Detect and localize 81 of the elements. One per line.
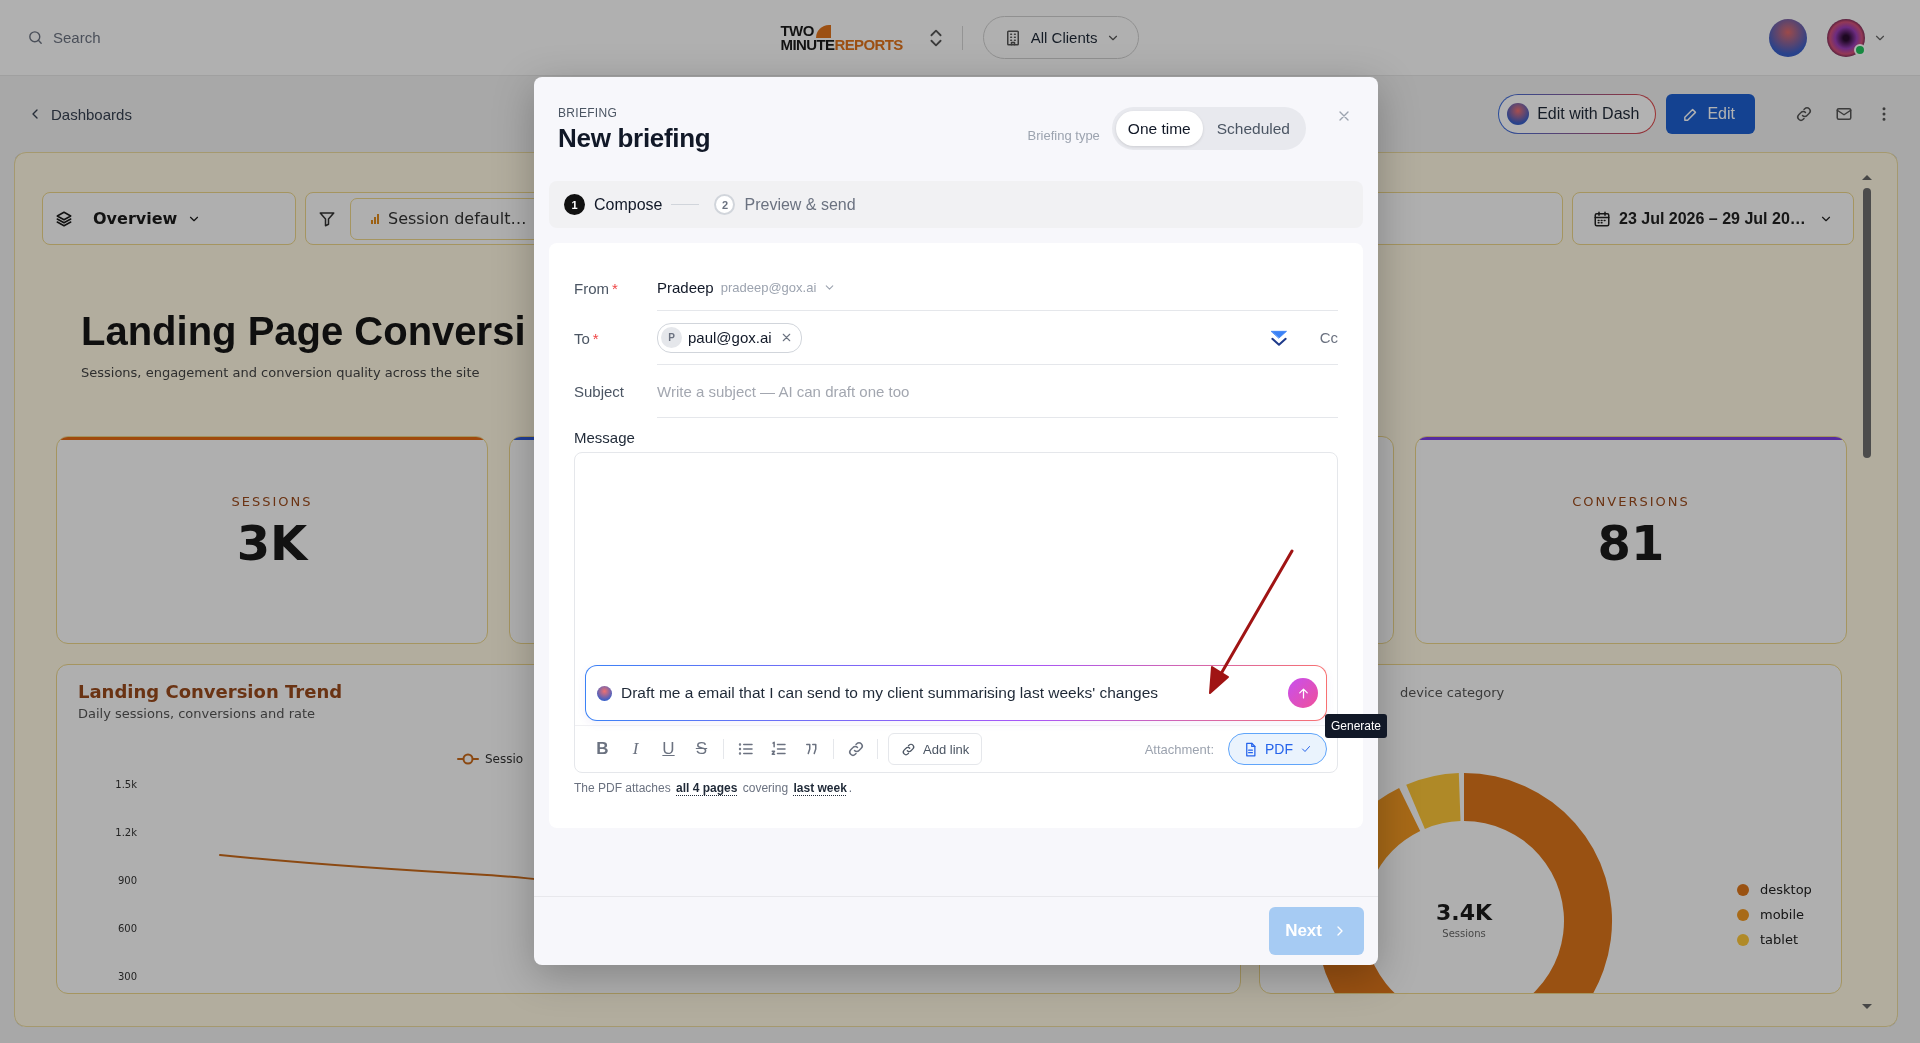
legend-label: desktop	[1760, 882, 1812, 897]
link-icon	[846, 740, 865, 758]
back-link[interactable]: Dashboards	[27, 105, 132, 123]
recipient-chip[interactable]: P paul@gox.ai	[657, 322, 802, 353]
link-icon	[901, 741, 916, 757]
step[interactable]: 1 Compose	[564, 194, 663, 215]
chart-title: Landing Conversion Trend	[78, 681, 343, 702]
legend-marker-icon	[457, 753, 479, 765]
kpi-label: CONVERSIONS	[1572, 494, 1690, 509]
step-number: 2	[714, 194, 736, 215]
sender-email: pradeep@gox.ai	[720, 280, 817, 295]
axis-label: 1.5k	[115, 778, 137, 792]
tooltip: Generate	[1325, 714, 1388, 738]
assistant-icon	[1507, 103, 1530, 125]
center-value: 3.4K	[1436, 900, 1492, 925]
field-label: Subject	[574, 383, 625, 400]
logo[interactable]: TWO MINUTEREPORTS	[780, 23, 903, 52]
edit-button[interactable]: Edit	[1666, 94, 1755, 134]
check-icon	[1300, 743, 1312, 755]
add-link-button[interactable]: Add link	[888, 733, 983, 765]
attachment-label: Attachment:	[1144, 741, 1214, 757]
italic-button[interactable]: I	[622, 735, 649, 763]
chart-subtitle: Daily sessions, conversions and rate	[78, 706, 316, 721]
mail-icon[interactable]	[1835, 105, 1853, 123]
required-mark: *	[592, 329, 599, 347]
prompt-field[interactable]: Draft me a email that I can send to my client summarising last weeks' changes	[585, 665, 1327, 721]
required-mark: *	[612, 279, 618, 297]
field-label: From	[574, 279, 609, 297]
briefing-type-label: Briefing type	[1027, 128, 1100, 143]
axis-label: 600	[117, 922, 137, 936]
document-icon	[1243, 741, 1258, 757]
legend-label: tablet	[1760, 932, 1799, 947]
underline-button[interactable]: U	[655, 735, 682, 763]
bulleted-list-icon	[736, 740, 755, 758]
edit-with-dash-button[interactable]: Edit with Dash	[1498, 94, 1657, 134]
filter-icon[interactable]	[318, 209, 336, 228]
legend-label: Sessio	[485, 752, 524, 766]
kpi-value: 3K	[236, 515, 308, 571]
dialog-title: New briefing	[558, 123, 711, 154]
briefing-type-tab[interactable]: One time	[1115, 111, 1203, 146]
dashboard-title: Landing Page Conversi	[81, 308, 526, 355]
chart-subtitle: device category	[1400, 685, 1505, 700]
pdf-attachment-toggle[interactable]: PDF	[1228, 733, 1327, 765]
calendar-icon	[1593, 209, 1611, 228]
attachment-hint: The PDF attaches all 4 pages covering last week .	[574, 781, 854, 795]
avatar[interactable]	[1769, 18, 1807, 57]
cc-button[interactable]: Cc	[1319, 329, 1338, 346]
axis-label: 300	[117, 970, 137, 984]
date-range-select[interactable]: 23 Jul 2026 – 29 Jul 20…	[1572, 192, 1854, 245]
strike-button[interactable]: S	[688, 735, 715, 763]
generate-button[interactable]	[1288, 678, 1318, 708]
initial-avatar: P	[661, 327, 682, 348]
subject-field[interactable]: Write a subject — AI can draft one too	[657, 382, 1338, 400]
axis-label: 900	[117, 874, 137, 888]
legend-label: mobile	[1760, 907, 1805, 922]
bar-chart-icon	[371, 213, 379, 224]
briefing-type-tab[interactable]: Scheduled	[1204, 111, 1302, 146]
search-field[interactable]: Search	[53, 29, 253, 46]
link[interactable]: all 4 pages	[676, 781, 738, 795]
assistant-icon	[597, 685, 612, 701]
kpi-label: SESSIONS	[231, 494, 313, 509]
field-label: Message	[574, 429, 635, 446]
field-label: To	[574, 329, 590, 347]
dialog-eyebrow: BRIEFING	[558, 106, 618, 120]
view-select[interactable]: Overview	[42, 192, 296, 245]
link-icon[interactable]	[1795, 105, 1813, 123]
numbered-list-icon	[769, 740, 788, 758]
avatar[interactable]	[1827, 18, 1865, 57]
dashboard-subtitle: Sessions, engagement and conversion quality across the site	[81, 365, 480, 380]
next-button: Next	[1269, 907, 1364, 955]
step-number: 1	[564, 194, 585, 215]
search-icon	[27, 29, 44, 46]
step[interactable]: 2 Preview & send	[714, 194, 856, 215]
layers-icon	[55, 209, 73, 228]
axis-label: 1.2k	[115, 826, 137, 840]
link[interactable]: last week	[793, 781, 847, 795]
sender-select[interactable]: Pradeep pradeep@gox.ai	[657, 265, 1338, 311]
sender-name: Pradeep	[657, 279, 714, 296]
bold-button[interactable]: B	[589, 735, 616, 763]
kpi-value: 81	[1597, 515, 1665, 571]
center-label: Sessions	[1442, 928, 1486, 939]
